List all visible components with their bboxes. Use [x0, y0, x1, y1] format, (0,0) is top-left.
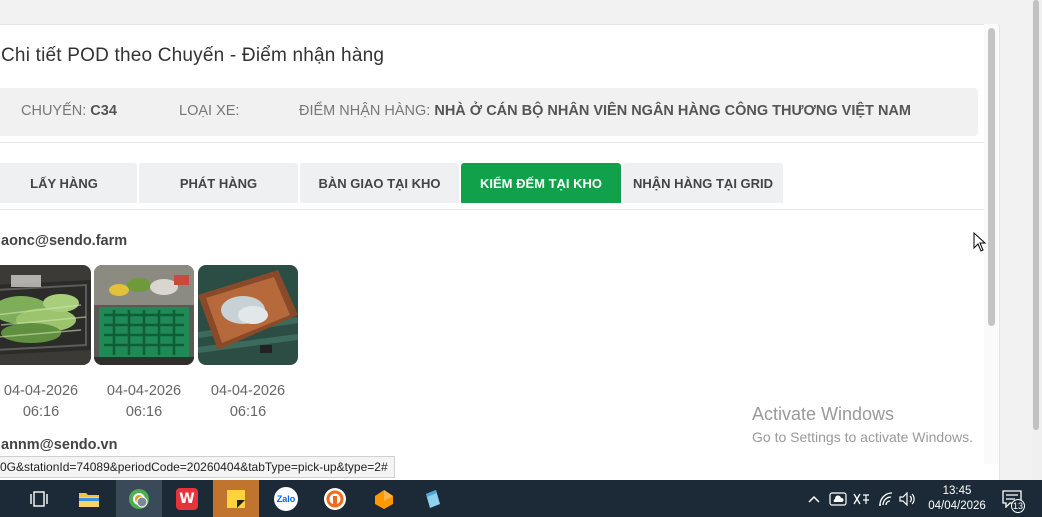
zalo-icon[interactable]: Zalo [263, 480, 309, 517]
trip-label: CHUYẾN: [21, 103, 87, 119]
notification-count-badge: 13 [1011, 499, 1025, 513]
trip-value: C34 [90, 103, 117, 119]
vehicle-info: LOẠI XE: [179, 103, 239, 119]
page-scroll-thumb[interactable] [1033, 0, 1039, 430]
photo-date: 04-04-2026 [210, 383, 286, 399]
tab-kiem-dem-tai-kho[interactable]: KIỂM ĐẾM TẠI KHO [461, 163, 621, 203]
modal-title: Chi tiết POD theo Chuyến - Điểm nhận hàn… [1, 45, 385, 66]
uploader-email: annm@sendo.vn [1, 437, 118, 453]
pod-photo-box[interactable] [198, 265, 298, 365]
pickup-point-info: ĐIỂM NHẬN HÀNG: NHÀ Ở CÁN BỘ NHÂN VIÊN N… [299, 103, 911, 119]
wifi-icon[interactable] [877, 490, 895, 508]
photo-timestamp: 04-04-2026 06:16 [94, 381, 194, 423]
vegetables-photo-icon [0, 265, 91, 365]
zalo-label: Zalo [276, 493, 296, 504]
system-clock[interactable]: 13:45 04/04/2026 [922, 484, 992, 514]
tray-chevron-up-icon[interactable] [805, 490, 823, 508]
activation-watermark-subtitle: Go to Settings to activate Windows. [752, 429, 973, 445]
input-method-icon[interactable] [852, 490, 870, 508]
photo-date: 04-04-2026 [3, 383, 79, 399]
photo-date: 04-04-2026 [106, 383, 182, 399]
notification-center-icon[interactable]: 13 [1000, 488, 1026, 513]
tab-bar: LẤY HÀNG PHÁT HÀNG BÀN GIAO TẠI KHO KIỂM… [0, 163, 785, 203]
photo-time: 06:16 [22, 404, 60, 420]
onedrive-cloud-icon[interactable] [829, 490, 847, 508]
trip-info: CHUYẾN: C34 [21, 103, 117, 119]
tab-nhan-hang-tai-grid[interactable]: NHẬN HÀNG TẠI GRID [623, 163, 783, 203]
status-bar-url: 0G&stationId=74089&periodCode=20260404&t… [0, 456, 395, 478]
pickup-point-value: NHÀ Ở CÁN BỘ NHÂN VIÊN NGÂN HÀNG CÔNG TH… [434, 103, 911, 119]
file-explorer-icon[interactable] [66, 480, 112, 517]
clock-time: 13:45 [942, 485, 972, 497]
mouse-cursor-icon [973, 232, 987, 252]
tab-phat-hang[interactable]: PHÁT HÀNG [139, 163, 298, 203]
volume-icon[interactable] [899, 490, 917, 508]
notes-app-icon[interactable] [410, 480, 456, 517]
browser-icon[interactable] [116, 480, 162, 517]
clock-date: 04/04/2026 [928, 500, 986, 512]
windows-taskbar: W Zalo 13:45 04/04/2026 13 [0, 480, 1042, 517]
crate-photo-icon [94, 265, 194, 365]
orbit-icon[interactable] [312, 480, 358, 517]
pod-photo-vegetables[interactable] [0, 265, 91, 365]
tab-divider [0, 209, 986, 210]
photo-timestamp: 04-04-2026 06:16 [198, 381, 298, 423]
photo-time: 06:16 [229, 404, 267, 420]
wps-icon[interactable]: W [164, 480, 210, 517]
divider [0, 142, 986, 143]
modal-scroll-thumb[interactable] [988, 28, 995, 326]
uploader-email: aonc@sendo.farm [1, 233, 128, 249]
task-view-icon[interactable] [16, 480, 62, 517]
box-photo-icon [198, 265, 298, 365]
wps-label: W [176, 487, 198, 510]
photo-time: 06:16 [125, 404, 163, 420]
tab-lay-hang[interactable]: LẤY HÀNG [0, 163, 137, 203]
tab-ban-giao-tai-kho[interactable]: BÀN GIAO TẠI KHO [300, 163, 459, 203]
sublime-icon[interactable] [361, 480, 407, 517]
pickup-point-label: ĐIỂM NHẬN HÀNG: [299, 103, 431, 119]
pod-photo-crate[interactable] [94, 265, 194, 365]
page-scrollbar[interactable] [1030, 0, 1042, 480]
trip-info-bar: CHUYẾN: C34 LOẠI XE: ĐIỂM NHẬN HÀNG: NHÀ… [0, 88, 978, 136]
photo-timestamp: 04-04-2026 06:16 [0, 381, 91, 423]
activation-watermark-title: Activate Windows [752, 404, 895, 424]
vehicle-label: LOẠI XE: [179, 103, 240, 119]
sticky-notes-icon[interactable] [213, 480, 259, 517]
